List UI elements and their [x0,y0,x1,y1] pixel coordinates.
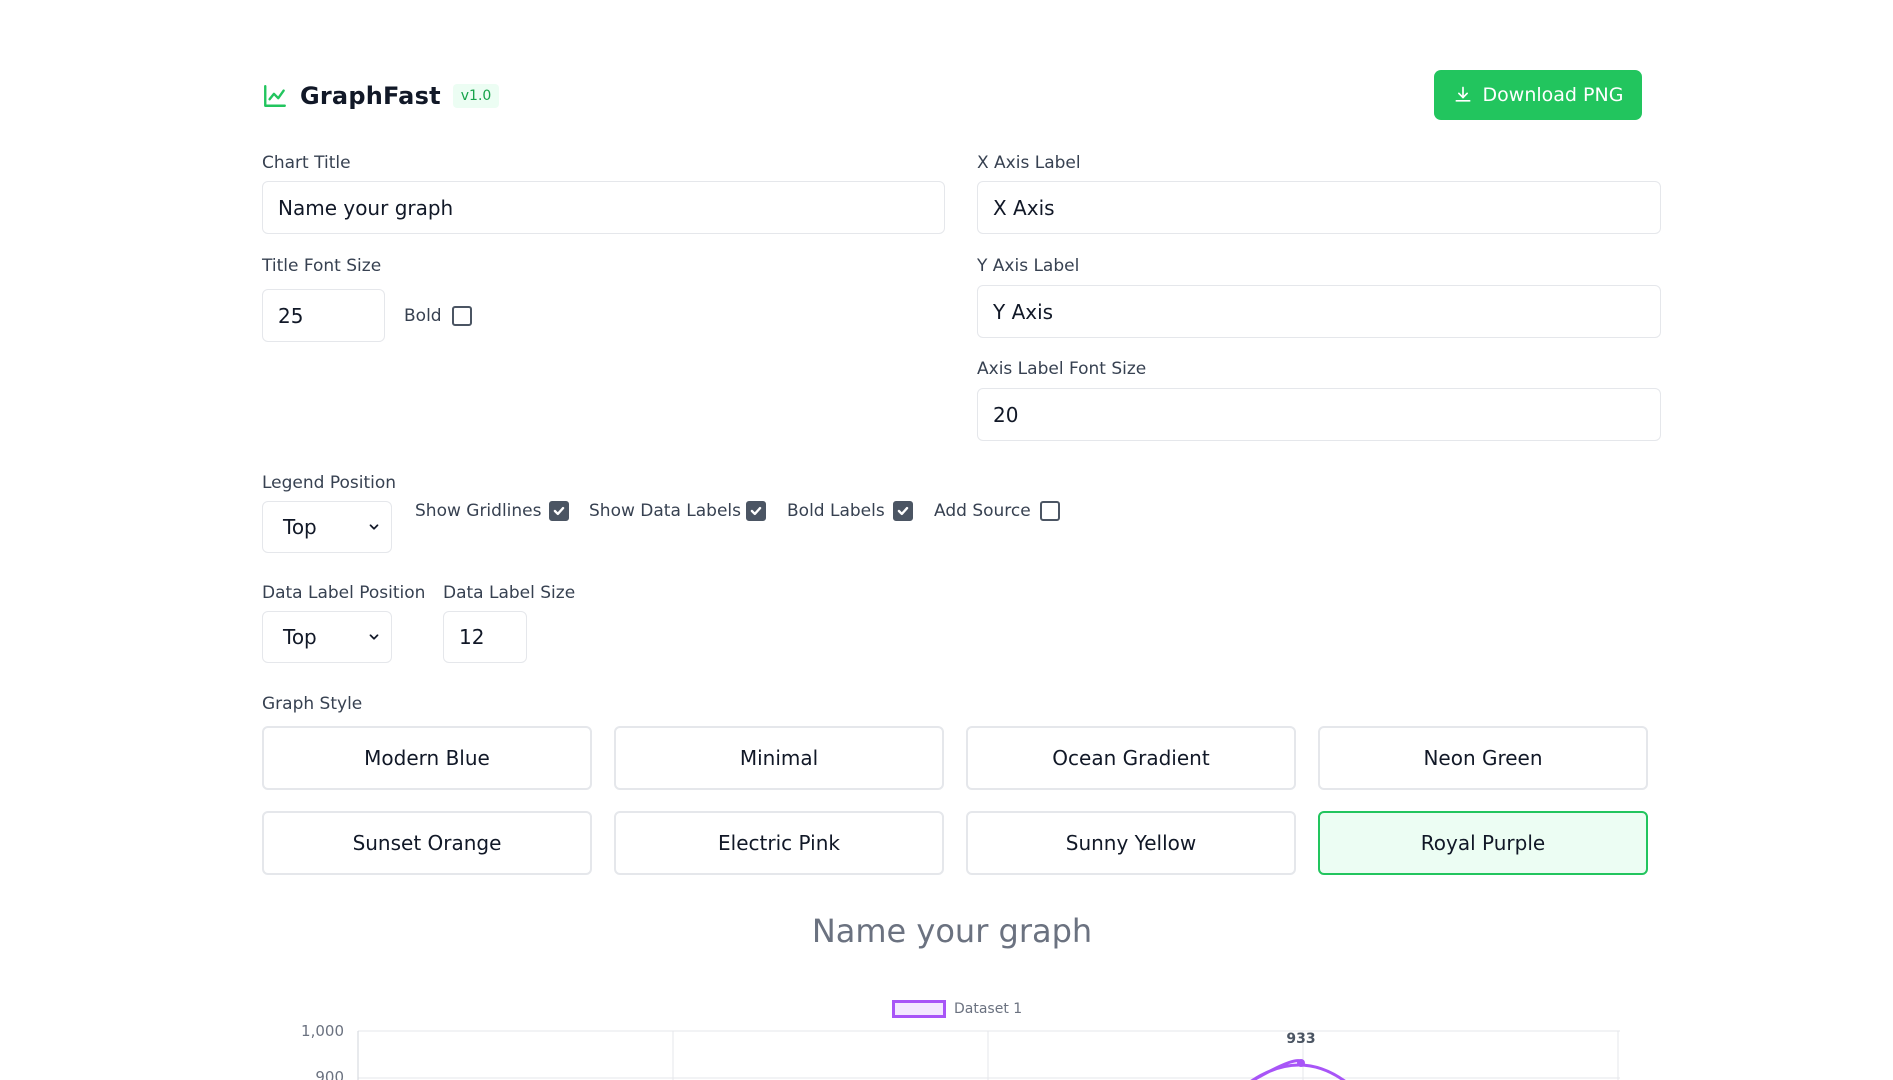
y-tick-label: 900 [315,1068,344,1080]
data-point[interactable] [1297,1059,1305,1067]
chart-plot: 1,000 900 933 [301,1022,1620,1080]
y-tick-label: 1,000 [301,1022,344,1040]
data-label: 933 [1286,1031,1315,1047]
